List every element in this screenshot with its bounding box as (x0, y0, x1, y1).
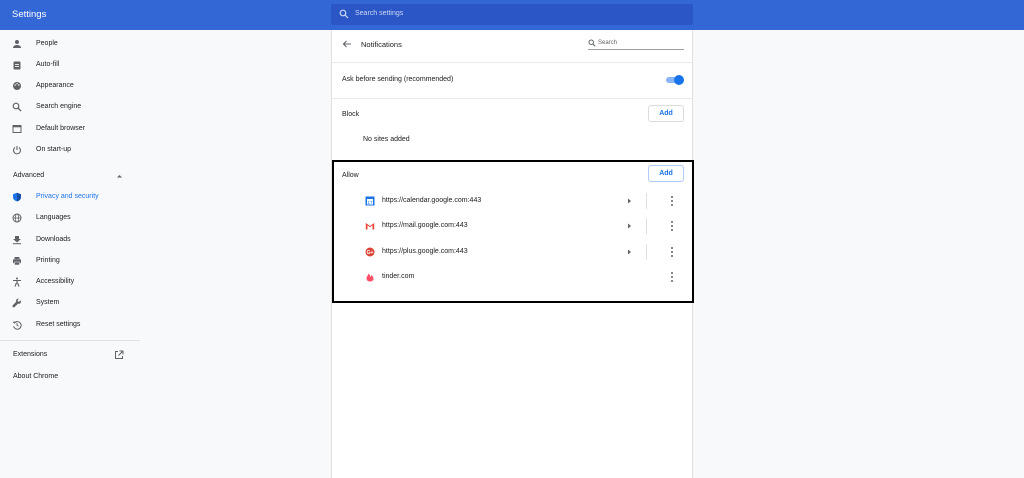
calendar-favicon-icon: 17 (365, 196, 375, 206)
power-icon (12, 146, 22, 155)
allowed-site-row[interactable]: G+ https://plus.google.com:443 (365, 240, 695, 264)
allowed-site-row[interactable]: tinder.com (365, 265, 695, 289)
more-vert-icon[interactable] (670, 271, 674, 283)
search-icon (12, 102, 22, 112)
divider (332, 98, 692, 99)
back-arrow-icon[interactable] (342, 39, 352, 49)
sidebar-item-privacy-security[interactable]: Privacy and security (0, 187, 140, 207)
sidebar-item-languages[interactable]: Languages (0, 208, 140, 228)
row-separator (646, 218, 647, 234)
sidebar-item-label: System (36, 299, 60, 306)
sidebar-item-on-startup[interactable]: On start-up (0, 140, 140, 160)
sidebar-item-label: Downloads (36, 236, 71, 243)
sidebar-item-search-engine[interactable]: Search engine (0, 97, 140, 117)
sidebar-item-extensions[interactable]: Extensions (13, 351, 47, 358)
site-url: https://mail.google.com:443 (382, 222, 468, 229)
search-icon (339, 9, 349, 19)
allow-heading: Allow (342, 172, 359, 179)
arrow-right-icon[interactable] (627, 198, 632, 204)
sidebar-item-label: People (36, 40, 58, 47)
block-add-button[interactable]: Add (648, 105, 684, 122)
allowed-site-row[interactable]: 17 https://calendar.google.com:443 (365, 189, 695, 213)
block-empty-text: No sites added (363, 136, 410, 143)
ask-before-sending-label: Ask before sending (recommended) (342, 76, 454, 83)
advanced-section-label[interactable]: Advanced (13, 172, 44, 179)
more-vert-icon[interactable] (670, 246, 674, 258)
sidebar-item-about-chrome[interactable]: About Chrome (13, 373, 58, 380)
sidebar-item-autofill[interactable]: Auto-fill (0, 55, 140, 75)
clipboard-icon (13, 61, 21, 70)
divider (332, 62, 692, 63)
notifications-search-input[interactable]: Search (598, 40, 617, 46)
printer-icon (13, 257, 21, 266)
site-url: https://plus.google.com:443 (382, 248, 468, 255)
more-vert-icon[interactable] (670, 195, 674, 207)
sidebar-item-label: Appearance (36, 82, 74, 89)
arrow-right-icon[interactable] (627, 249, 632, 255)
person-icon (13, 40, 21, 48)
sidebar-item-reset-settings[interactable]: Reset settings (0, 315, 140, 335)
row-separator (646, 193, 647, 209)
notifications-search-field[interactable]: Search (588, 38, 684, 50)
sidebar-item-label: Default browser (36, 125, 86, 132)
palette-icon (13, 82, 21, 90)
sidebar-item-downloads[interactable]: Downloads (0, 230, 140, 250)
sidebar-divider (0, 340, 140, 341)
block-heading: Block (342, 111, 360, 118)
sidebar-item-label: On start-up (36, 146, 72, 153)
toggle-knob (674, 75, 684, 85)
tinder-favicon-icon (366, 273, 374, 282)
open-in-new-icon[interactable] (114, 350, 124, 360)
allowed-site-row[interactable]: https://mail.google.com:443 (365, 214, 695, 238)
arrow-right-icon[interactable] (627, 223, 632, 229)
shield-icon (13, 192, 21, 202)
browser-icon (12, 125, 22, 133)
site-url: https://calendar.google.com:443 (382, 197, 482, 204)
sidebar-item-label: Accessibility (36, 278, 75, 285)
globe-icon (12, 213, 22, 223)
row-separator (646, 244, 647, 260)
allow-section: Allow Add 17 https://calendar.google.com… (332, 160, 694, 303)
wrench-icon (12, 298, 21, 308)
download-icon (13, 236, 21, 245)
accessibility-icon (13, 277, 21, 287)
search-settings-input[interactable]: Search settings (355, 10, 403, 17)
chevron-up-icon[interactable] (116, 173, 123, 179)
app-title: Settings (12, 9, 47, 20)
gmail-favicon-icon (365, 223, 375, 230)
top-bar: Settings Search settings (0, 0, 1024, 30)
sidebar-item-default-browser[interactable]: Default browser (0, 119, 140, 139)
sidebar-item-label: Search engine (36, 103, 82, 110)
sidebar-item-accessibility[interactable]: Accessibility (0, 272, 140, 292)
sidebar-item-printing[interactable]: Printing (0, 251, 140, 271)
page-title: Notifications (361, 40, 402, 49)
svg-text:G+: G+ (367, 250, 374, 256)
sidebar-item-label: Printing (36, 257, 60, 264)
sidebar-item-label: Auto-fill (36, 61, 60, 68)
sidebar-item-label: Privacy and security (36, 193, 99, 200)
sidebar-item-appearance[interactable]: Appearance (0, 76, 140, 96)
search-settings-box[interactable]: Search settings (331, 4, 693, 25)
sidebar-item-label: Languages (36, 214, 71, 221)
more-vert-icon[interactable] (670, 220, 674, 232)
search-icon (588, 39, 596, 47)
sidebar-item-system[interactable]: System (0, 293, 140, 313)
ask-before-sending-toggle[interactable] (666, 75, 684, 85)
restore-icon (12, 321, 22, 330)
sidebar-item-people[interactable]: People (0, 34, 140, 54)
sidebar-item-label: Reset settings (36, 321, 81, 328)
site-url: tinder.com (382, 273, 415, 280)
google-plus-favicon-icon: G+ (365, 247, 375, 257)
allow-add-button[interactable]: Add (648, 165, 684, 182)
svg-text:17: 17 (367, 200, 373, 205)
